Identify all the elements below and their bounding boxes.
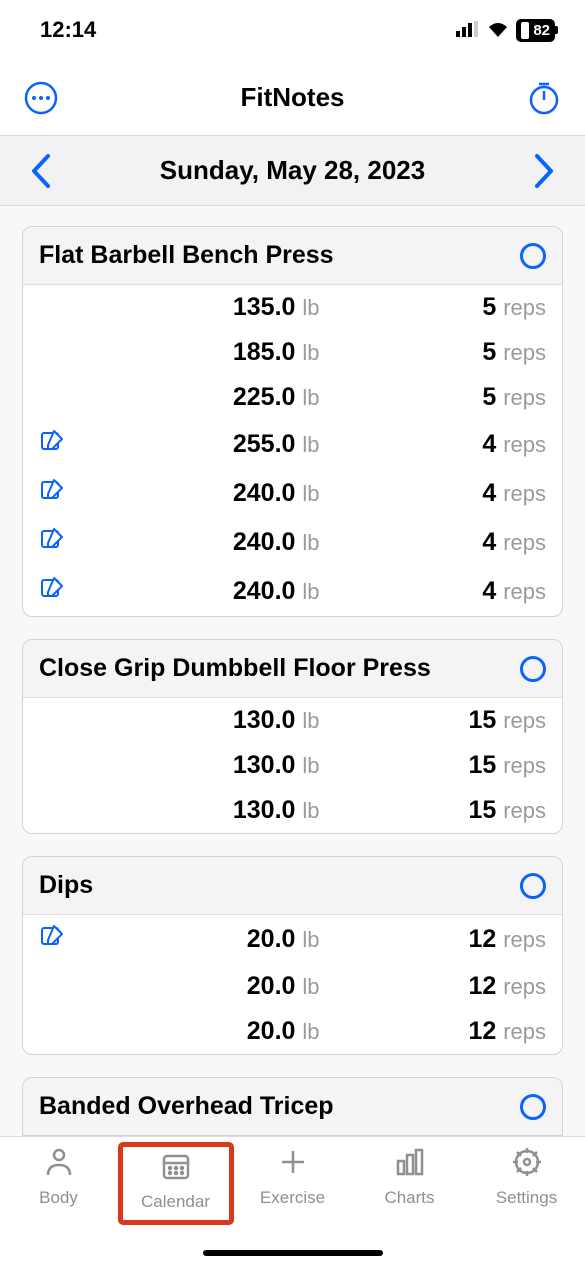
status-indicators: 82 [456, 17, 555, 43]
wifi-icon [486, 17, 510, 43]
set-weight: 130.0 lb [93, 706, 320, 735]
set-reps: 12 reps [320, 925, 547, 954]
set-weight: 130.0 lb [93, 751, 320, 780]
set-row[interactable]: 225.0 lb5 reps [23, 375, 562, 420]
set-row[interactable]: 130.0 lb15 reps [23, 698, 562, 743]
tab-bar: Body Calendar Exercise Charts Settings [0, 1136, 585, 1266]
exercise-name: Dips [39, 871, 93, 900]
plus-icon [276, 1145, 310, 1184]
exercise-card[interactable]: Banded Overhead Tricep [22, 1077, 563, 1136]
note-cell[interactable] [33, 428, 93, 461]
set-weight: 185.0 lb [93, 338, 320, 367]
set-row[interactable]: 240.0 lb4 reps [23, 567, 562, 616]
set-reps: 4 reps [320, 430, 547, 459]
note-icon [39, 923, 65, 956]
exercise-card[interactable]: Close Grip Dumbbell Floor Press130.0 lb1… [22, 639, 563, 834]
app-title: FitNotes [241, 82, 345, 113]
set-weight: 135.0 lb [93, 293, 320, 322]
tab-calendar[interactable]: Calendar [121, 1145, 231, 1222]
gear-icon [510, 1145, 544, 1184]
exercise-marker[interactable] [520, 243, 546, 269]
tab-settings[interactable]: Settings [472, 1145, 582, 1208]
set-row[interactable]: 135.0 lb5 reps [23, 285, 562, 330]
set-reps: 4 reps [320, 479, 547, 508]
set-row[interactable]: 130.0 lb15 reps [23, 743, 562, 788]
home-indicator[interactable] [203, 1250, 383, 1256]
tab-body[interactable]: Body [4, 1145, 114, 1208]
set-row[interactable]: 255.0 lb4 reps [23, 420, 562, 469]
set-reps: 15 reps [320, 706, 547, 735]
prev-day-button[interactable] [22, 152, 60, 190]
set-reps: 12 reps [320, 972, 547, 1001]
exercise-name: Banded Overhead Tricep [39, 1092, 334, 1121]
charts-icon [393, 1145, 427, 1184]
set-reps: 15 reps [320, 751, 547, 780]
note-icon [39, 526, 65, 559]
cellular-icon [456, 17, 480, 43]
current-date[interactable]: Sunday, May 28, 2023 [160, 155, 425, 186]
set-row[interactable]: 240.0 lb4 reps [23, 469, 562, 518]
set-reps: 5 reps [320, 383, 547, 412]
set-weight: 240.0 lb [93, 479, 320, 508]
battery-icon: 82 [516, 19, 555, 42]
tab-label: Exercise [260, 1188, 325, 1208]
note-cell[interactable] [33, 526, 93, 559]
set-row[interactable]: 20.0 lb12 reps [23, 915, 562, 964]
note-cell[interactable] [33, 575, 93, 608]
set-weight: 255.0 lb [93, 430, 320, 459]
note-icon [39, 575, 65, 608]
exercise-card[interactable]: Flat Barbell Bench Press135.0 lb5 reps18… [22, 226, 563, 617]
set-weight: 225.0 lb [93, 383, 320, 412]
set-row[interactable]: 240.0 lb4 reps [23, 518, 562, 567]
more-options-button[interactable] [22, 79, 60, 117]
set-row[interactable]: 20.0 lb12 reps [23, 964, 562, 1009]
set-row[interactable]: 20.0 lb12 reps [23, 1009, 562, 1054]
set-row[interactable]: 130.0 lb15 reps [23, 788, 562, 833]
exercise-name: Flat Barbell Bench Press [39, 241, 334, 270]
tab-label: Settings [496, 1188, 557, 1208]
set-reps: 5 reps [320, 293, 547, 322]
set-reps: 4 reps [320, 528, 547, 557]
set-weight: 20.0 lb [93, 1017, 320, 1046]
tab-label: Calendar [141, 1192, 210, 1212]
tab-label: Body [39, 1188, 78, 1208]
body-icon [42, 1145, 76, 1184]
set-weight: 20.0 lb [93, 972, 320, 1001]
workout-list[interactable]: Flat Barbell Bench Press135.0 lb5 reps18… [0, 206, 585, 1136]
calendar-icon [159, 1149, 193, 1188]
tab-label: Charts [384, 1188, 434, 1208]
date-nav: Sunday, May 28, 2023 [0, 136, 585, 206]
exercise-name: Close Grip Dumbbell Floor Press [39, 654, 431, 683]
note-cell[interactable] [33, 477, 93, 510]
exercise-marker[interactable] [520, 873, 546, 899]
set-reps: 15 reps [320, 796, 547, 825]
set-reps: 12 reps [320, 1017, 547, 1046]
exercise-card[interactable]: Dips20.0 lb12 reps20.0 lb12 reps20.0 lb1… [22, 856, 563, 1055]
set-weight: 240.0 lb [93, 528, 320, 557]
status-bar: 12:14 82 [0, 0, 585, 60]
note-icon [39, 428, 65, 461]
set-row[interactable]: 185.0 lb5 reps [23, 330, 562, 375]
set-reps: 5 reps [320, 338, 547, 367]
app-header: FitNotes [0, 60, 585, 136]
set-weight: 20.0 lb [93, 925, 320, 954]
exercise-marker[interactable] [520, 656, 546, 682]
status-time: 12:14 [40, 17, 96, 43]
set-weight: 240.0 lb [93, 577, 320, 606]
next-day-button[interactable] [525, 152, 563, 190]
note-cell[interactable] [33, 923, 93, 956]
tab-charts[interactable]: Charts [355, 1145, 465, 1208]
set-weight: 130.0 lb [93, 796, 320, 825]
timer-button[interactable] [525, 79, 563, 117]
set-reps: 4 reps [320, 577, 547, 606]
tab-exercise[interactable]: Exercise [238, 1145, 348, 1208]
exercise-marker[interactable] [520, 1094, 546, 1120]
note-icon [39, 477, 65, 510]
